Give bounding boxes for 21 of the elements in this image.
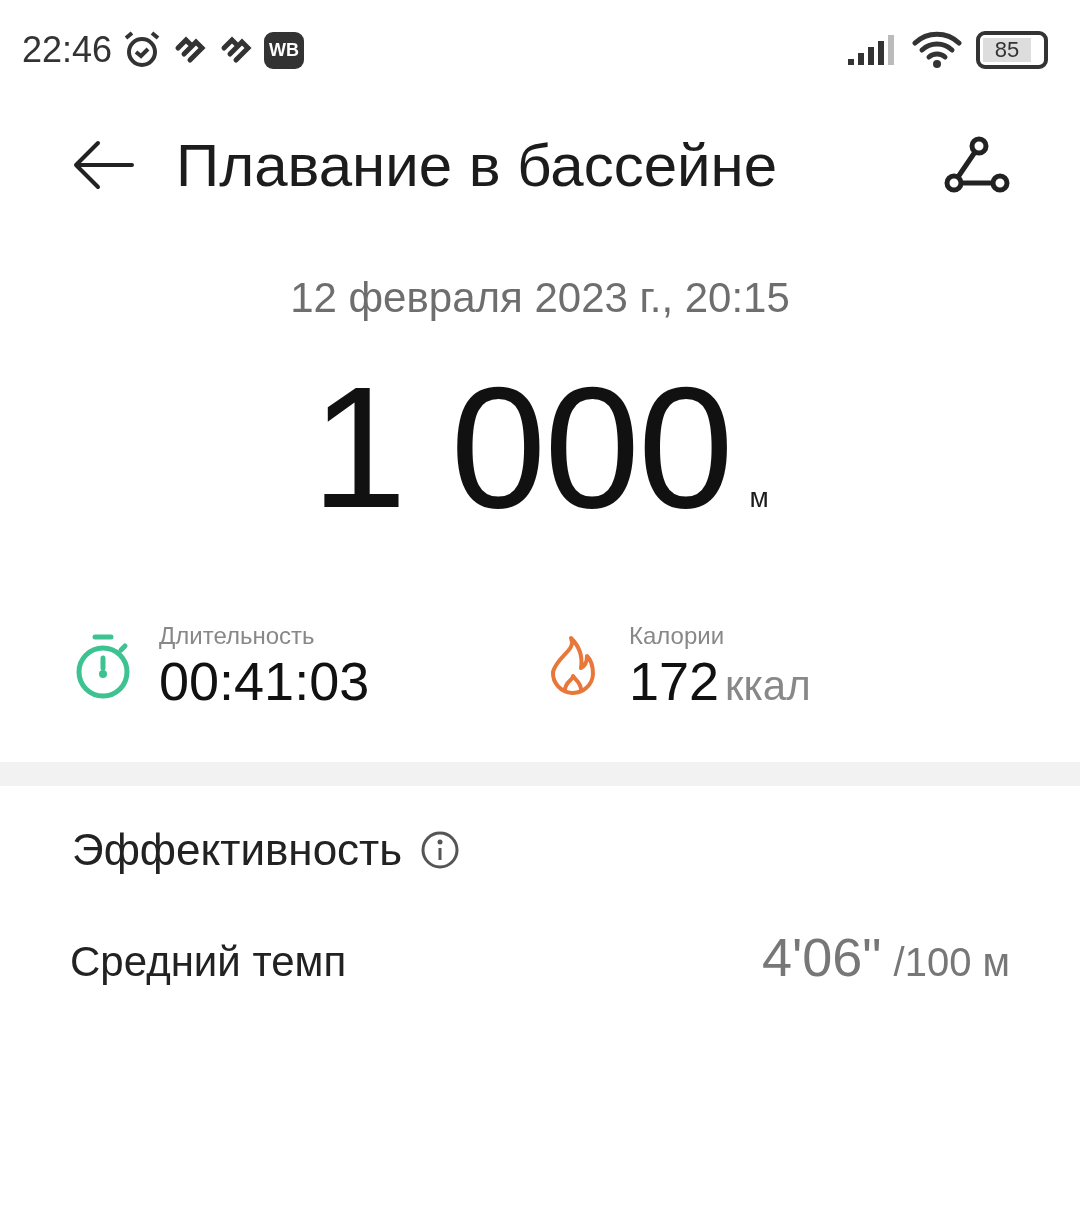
stat-value: 172 [629,650,720,712]
stat-unit: ккал [725,662,811,710]
stat-label: Длительность [159,622,316,650]
info-icon[interactable] [420,830,461,870]
app-badge: WB [264,31,305,69]
stat-label: Калории [629,622,726,650]
distance-value: 1 000 [311,350,732,545]
battery-level: 85 [983,38,1031,62]
metric-value: 4'06" [761,927,882,987]
back-icon[interactable] [72,140,136,190]
clock-time: 22:46 [22,29,113,71]
page-title: Плавание в бассейне [176,130,779,200]
workout-date: 12 февраля 2023 г., 20:15 [289,274,791,322]
distance-unit: м [749,482,769,514]
wifi-icon [912,30,962,70]
route-icon[interactable] [944,136,1010,194]
metric-unit: /100 м [893,940,1010,984]
metric-label: Средний темп [70,938,347,986]
stopwatch-icon [75,634,131,700]
section-title: Эффективность [72,825,403,875]
stat-value: 00:41:03 [159,650,370,712]
